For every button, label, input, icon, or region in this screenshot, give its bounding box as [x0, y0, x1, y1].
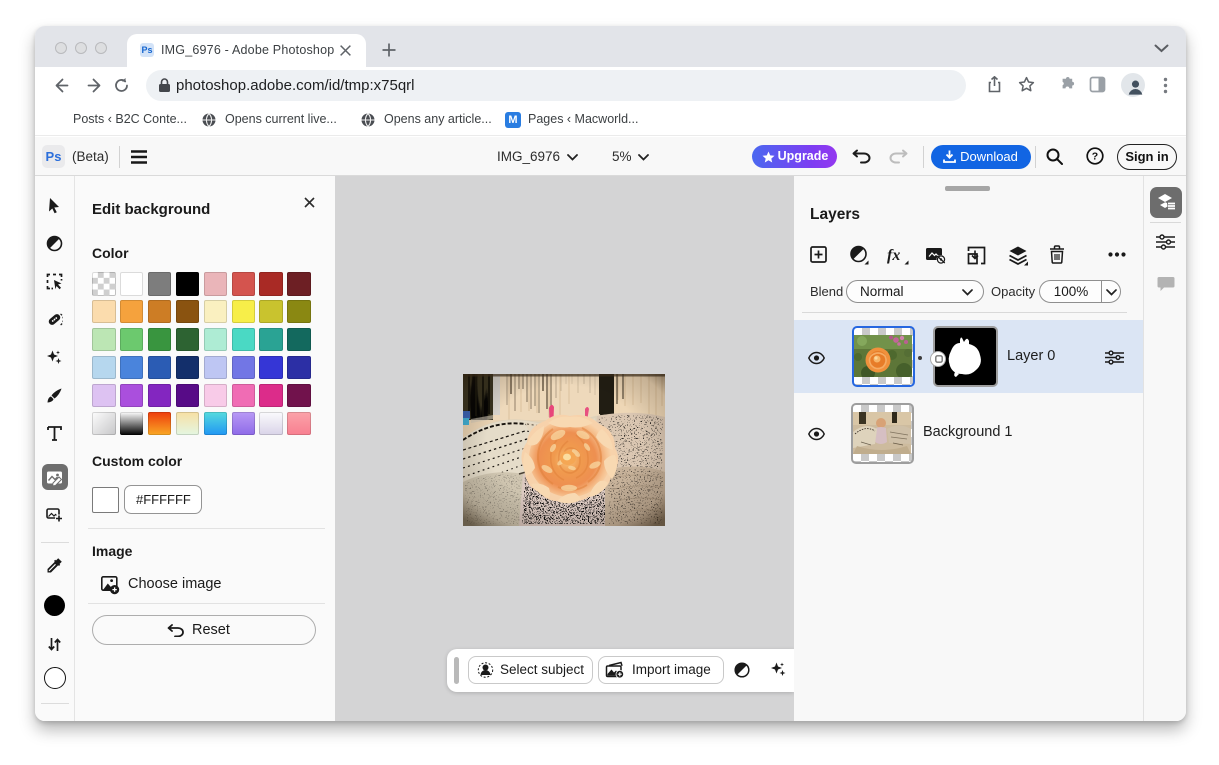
svg-text:?: ?	[1092, 151, 1098, 163]
svg-text:fx: fx	[887, 247, 900, 264]
